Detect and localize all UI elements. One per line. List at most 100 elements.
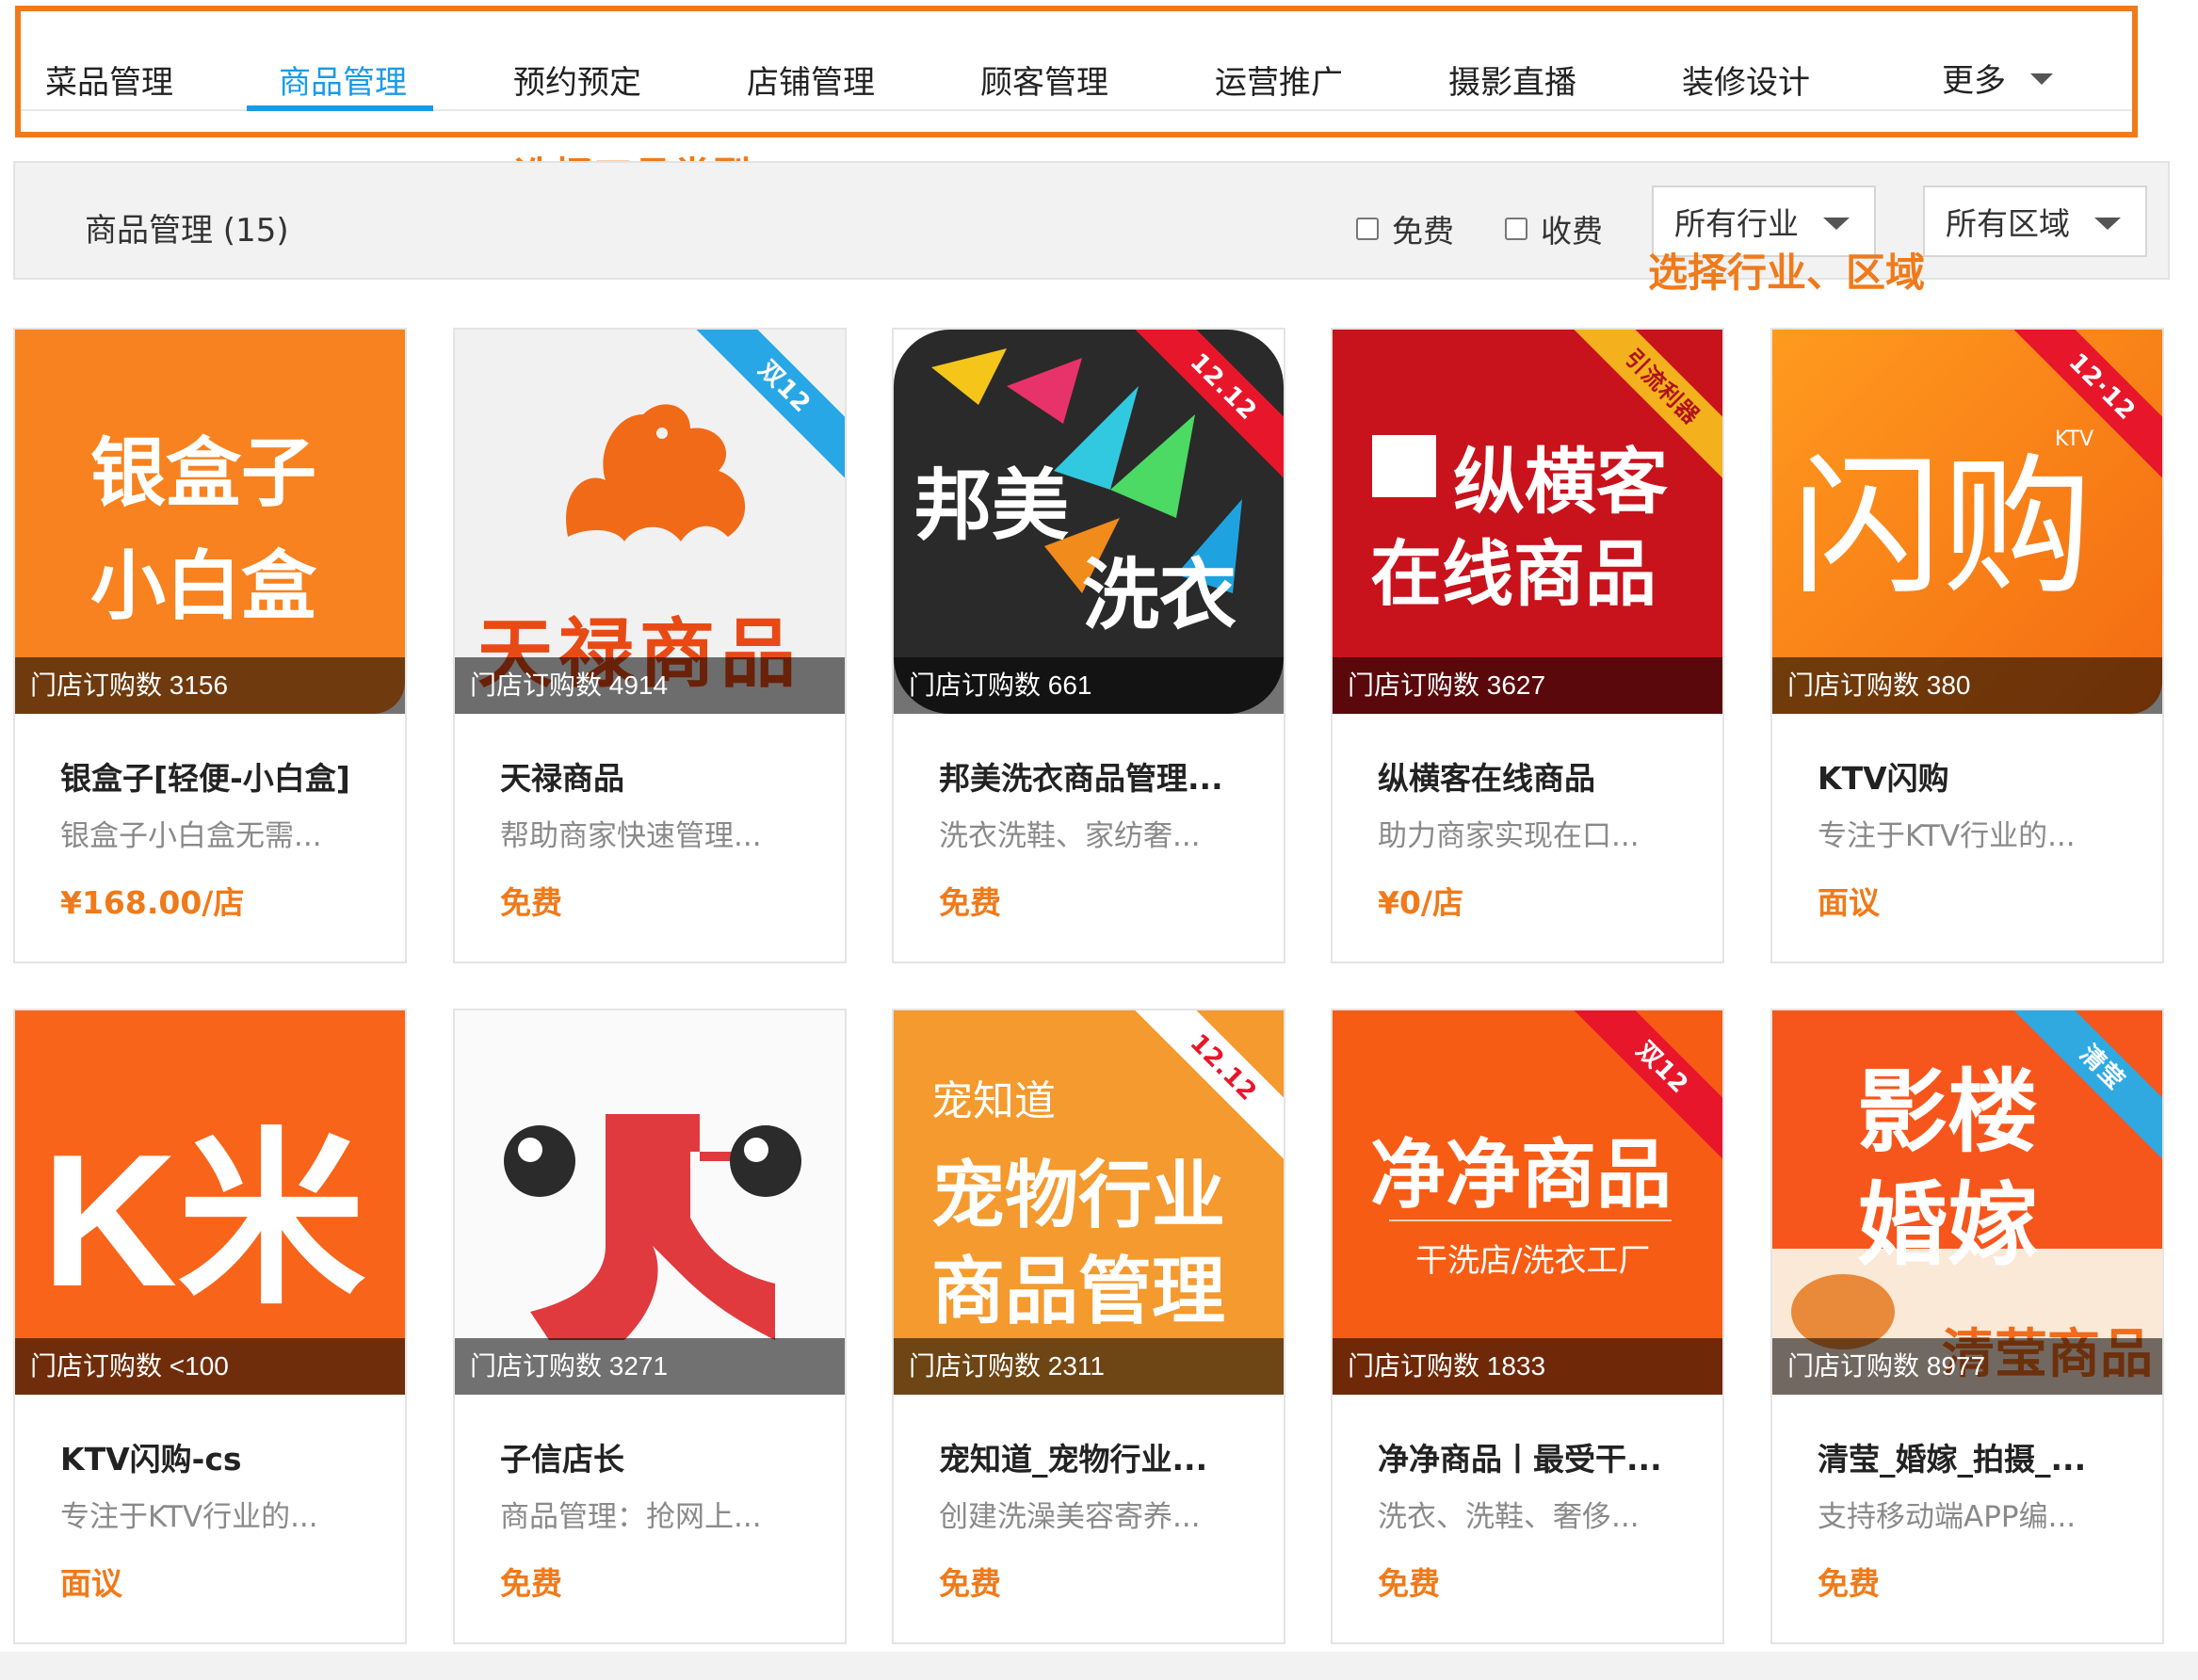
paid-checkbox[interactable]: 收费: [1505, 206, 1603, 251]
product-desc: 创建洗澡美容寄养...: [939, 1500, 1201, 1534]
product-desc: 洗衣、洗鞋、奢侈...: [1378, 1500, 1640, 1534]
tab-customers[interactable]: 顾客管理: [980, 57, 1108, 103]
tab-dishes[interactable]: 菜品管理: [45, 57, 173, 103]
order-count: 门店订购数 1833: [1333, 1338, 1722, 1395]
product-desc: 帮助商家快速管理...: [500, 819, 762, 853]
product-card[interactable]: 闪购 KTV 12·12 门店订购数 380 KTV闪购 专注于KTV行业的..…: [1770, 328, 2164, 963]
product-desc: 支持移动端APP编...: [1818, 1500, 2077, 1534]
chevron-down-icon: [2030, 73, 2053, 85]
checkbox-box[interactable]: [1505, 218, 1527, 240]
logo-text: 宠知道: [931, 1077, 1056, 1125]
logo-text: 影楼: [1857, 1059, 2038, 1165]
logo-text: 在线商品: [1370, 532, 1657, 616]
product-title: 宠知道_宠物行业...: [939, 1441, 1208, 1478]
product-title: 纵横客在线商品: [1378, 760, 1595, 797]
order-count: 门店订购数 3156: [15, 657, 405, 714]
product-title: 清莹_婚嫁_拍摄_...: [1818, 1441, 2087, 1478]
paid-checkbox-label: 收费: [1541, 213, 1603, 250]
product-card[interactable]: 邦美 洗衣 12.12 门店订购数 661 邦美洗衣商品管理... 洗衣洗鞋、家…: [892, 328, 1285, 963]
logo-text: 洗衣: [1082, 551, 1237, 640]
product-price: 免费: [939, 1565, 1001, 1602]
product-card[interactable]: 银盒子 小白盒 门店订购数 3156 银盒子[轻便-小白盒] 银盒子小白盒无需.…: [13, 328, 407, 963]
tab-more-label: 更多: [1942, 62, 2006, 100]
product-price: 免费: [500, 884, 562, 921]
product-desc: 银盒子小白盒无需...: [60, 819, 322, 853]
active-tab-indicator: [247, 105, 433, 111]
logo-text: 婚嫁: [1857, 1172, 2038, 1278]
order-count: 门店订购数 2311: [894, 1338, 1284, 1395]
product-card[interactable]: 宠知道 宠物行业 商品管理 12.12 门店订购数 2311 宠知道_宠物行业.…: [892, 1009, 1285, 1644]
product-title: KTV闪购-cs: [60, 1441, 242, 1478]
product-desc: 专注于KTV行业的...: [1818, 819, 2076, 853]
product-card[interactable]: 纵横客 在线商品 引流利器 门店订购数 3627 纵横客在线商品 助力商家实现在…: [1331, 328, 1724, 963]
product-desc: 助力商家实现在口...: [1378, 819, 1640, 853]
chevron-down-icon: [2094, 218, 2121, 230]
tab-marketing[interactable]: 运营推广: [1215, 57, 1343, 103]
product-price: 面议: [1818, 884, 1880, 921]
product-thumbnail: 邦美 洗衣 12.12 门店订购数 661: [894, 330, 1284, 714]
logo-text: 闪购: [1791, 439, 2093, 615]
product-title: KTV闪购: [1818, 760, 1949, 797]
product-thumbnail: K米 门店订购数 <100: [15, 1010, 405, 1395]
order-count: 门店订购数 3271: [455, 1338, 845, 1395]
logo-text: 净净商品: [1370, 1131, 1672, 1219]
product-thumbnail: 闪购 KTV 12·12 门店订购数 380: [1772, 330, 2162, 714]
free-checkbox[interactable]: 免费: [1356, 206, 1454, 251]
tab-store[interactable]: 店铺管理: [747, 57, 875, 103]
product-price: 免费: [1818, 1565, 1880, 1602]
product-price: ¥168.00/店: [60, 884, 245, 921]
product-thumbnail: 银盒子 小白盒 门店订购数 3156: [15, 330, 405, 714]
product-card[interactable]: 天禄商品 双12 门店订购数 4914 天禄商品 帮助商家快速管理... 免费: [453, 328, 847, 963]
logo-text: 邦美: [914, 461, 1070, 551]
tab-more[interactable]: 更多: [1942, 55, 2053, 101]
product-price: 免费: [500, 1565, 562, 1602]
tab-decoration[interactable]: 装修设计: [1682, 57, 1810, 103]
logo-text: KTV: [2055, 428, 2094, 451]
region-select[interactable]: 所有区域: [1923, 186, 2147, 257]
order-count: 门店订购数 380: [1772, 657, 2162, 714]
product-thumbnail: 纵横客 在线商品 引流利器 门店订购数 3627: [1333, 330, 1722, 714]
lion-logo-icon: [566, 404, 746, 541]
product-title: 子信店长: [500, 1441, 624, 1478]
tab-photo-live[interactable]: 摄影直播: [1448, 57, 1576, 103]
product-price: 免费: [939, 884, 1001, 921]
order-count: 门店订购数 <100: [15, 1338, 405, 1395]
product-card[interactable]: K米 门店订购数 <100 KTV闪购-cs 专注于KTV行业的... 面议: [13, 1009, 407, 1644]
product-thumbnail: 宠知道 宠物行业 商品管理 12.12 门店订购数 2311: [894, 1010, 1284, 1395]
section-title: 商品管理 (15): [85, 212, 289, 250]
mascot-logo-icon: [504, 1076, 801, 1340]
product-price: 免费: [1378, 1565, 1440, 1602]
chevron-down-icon: [1823, 218, 1850, 230]
product-title: 天禄商品: [500, 760, 624, 797]
checkbox-box[interactable]: [1356, 218, 1379, 240]
product-title: 邦美洗衣商品管理...: [939, 760, 1223, 797]
product-thumbnail: 门店订购数 3271: [455, 1010, 845, 1395]
product-thumbnail: 净净商品 干洗店/洗衣工厂 双12 门店订购数 1833: [1333, 1010, 1722, 1395]
divider: [1389, 1220, 1672, 1221]
logo-text: 纵横客: [1453, 440, 1668, 524]
page-bottom-strip: [0, 1652, 2198, 1680]
order-count: 门店订购数 8977: [1772, 1338, 2162, 1395]
product-desc: 洗衣洗鞋、家纺奢...: [939, 819, 1201, 853]
region-select-value: 所有区域: [1946, 205, 2070, 242]
logo-text: K米: [41, 1116, 366, 1326]
product-card[interactable]: 门店订购数 3271 子信店长 商品管理：抢网上... 免费: [453, 1009, 847, 1644]
product-thumbnail: 影楼 婚嫁 清莹商品 清莹 门店订购数 8977: [1772, 1010, 2162, 1395]
logo-text: 小白盒: [90, 542, 316, 630]
product-price: ¥0/店: [1378, 884, 1463, 921]
industry-select-value: 所有行业: [1674, 205, 1799, 242]
order-count: 门店订购数 661: [894, 657, 1284, 714]
product-card[interactable]: 影楼 婚嫁 清莹商品 清莹 门店订购数 8977 清莹_婚嫁_拍摄_... 支持…: [1770, 1009, 2164, 1644]
logo-mark-icon: [1372, 435, 1436, 497]
order-count: 门店订购数 3627: [1333, 657, 1722, 714]
product-title: 净净商品丨最受干...: [1378, 1441, 1662, 1478]
tab-reservation[interactable]: 预约预定: [513, 57, 641, 103]
product-desc: 商品管理：抢网上...: [500, 1500, 762, 1534]
product-thumbnail: 天禄商品 双12 门店订购数 4914: [455, 330, 845, 714]
logo-text: 银盒子: [90, 429, 316, 517]
tab-products[interactable]: 商品管理: [279, 57, 407, 103]
product-card[interactable]: 净净商品 干洗店/洗衣工厂 双12 门店订购数 1833 净净商品丨最受干...…: [1331, 1009, 1724, 1644]
logo-text: 宠物行业: [931, 1154, 1226, 1238]
product-price: 面议: [60, 1565, 122, 1602]
free-checkbox-label: 免费: [1392, 213, 1454, 250]
